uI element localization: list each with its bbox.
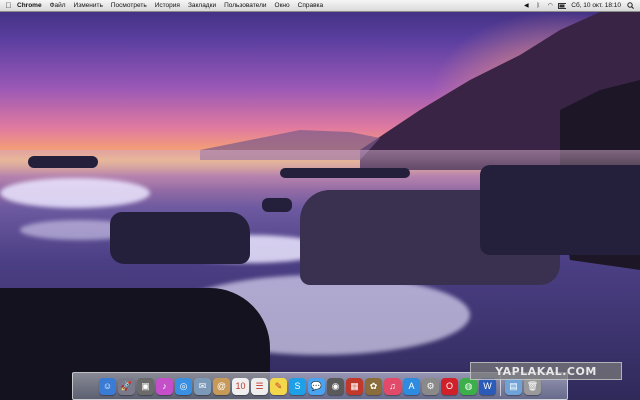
rock: [480, 165, 640, 255]
desktop-wallpaper: [0, 0, 640, 400]
menu-app-name[interactable]: Chrome: [13, 2, 46, 9]
rock: [110, 212, 250, 264]
notes-icon[interactable]: ✎: [270, 377, 287, 395]
finder-icon[interactable]: ☺: [99, 377, 116, 395]
spotlight-icon[interactable]: [626, 2, 634, 9]
app-store-icon[interactable]: A: [403, 377, 420, 395]
menu-bar:  Chrome Файл Изменить Посмотреть Истори…: [0, 0, 640, 12]
trash-icon[interactable]: 🗑: [524, 377, 541, 395]
bluetooth-icon[interactable]: ᛒ: [534, 2, 542, 9]
menu-clock[interactable]: Сб, 10 окт. 18:10: [568, 2, 624, 9]
menu-item-help[interactable]: Справка: [294, 2, 328, 9]
reminders-icon[interactable]: ☰: [251, 377, 268, 395]
system-preferences-icon[interactable]: ⚙: [422, 377, 439, 395]
mail-icon[interactable]: ✉: [194, 377, 211, 395]
rock: [280, 168, 410, 178]
skype-icon[interactable]: S: [289, 377, 306, 395]
watermark-text: YAPLAKAL.COM: [495, 364, 597, 378]
rock: [28, 156, 98, 168]
menu-item-bookmarks[interactable]: Закладки: [184, 2, 220, 9]
chrome-icon[interactable]: ◍: [460, 377, 477, 395]
apple-menu-icon[interactable]: : [4, 1, 13, 10]
menu-item-edit[interactable]: Изменить: [70, 2, 107, 9]
wifi-icon[interactable]: ◠: [546, 2, 554, 9]
safari-icon[interactable]: ◎: [175, 377, 192, 395]
status-area: ◀ ᛒ ◠ Сб, 10 окт. 18:10: [520, 2, 640, 9]
messages-icon[interactable]: 💬: [308, 377, 325, 395]
battery-icon[interactable]: [558, 2, 567, 9]
wave: [0, 178, 150, 208]
rock: [262, 198, 292, 212]
contacts-icon[interactable]: @: [213, 377, 230, 395]
facetime-icon[interactable]: ◉: [327, 377, 344, 395]
itunes-store-icon[interactable]: ♪: [156, 377, 173, 395]
itunes-icon[interactable]: ♫: [384, 377, 401, 395]
opera-icon[interactable]: O: [441, 377, 458, 395]
menu-item-view[interactable]: Посмотреть: [107, 2, 151, 9]
photo-icon[interactable]: ▣: [137, 377, 154, 395]
downloads-folder-icon[interactable]: ▤: [505, 377, 522, 395]
volume-icon[interactable]: ◀: [522, 2, 530, 9]
menu-item-history[interactable]: История: [151, 2, 184, 9]
iphoto-icon[interactable]: ✿: [365, 377, 382, 395]
watermark: YAPLAKAL.COM: [470, 362, 622, 380]
photo-booth-icon[interactable]: ▦: [346, 377, 363, 395]
menu-item-users[interactable]: Пользователи: [220, 2, 270, 9]
calendar-icon[interactable]: 10: [232, 377, 249, 395]
launchpad-icon[interactable]: 🚀: [118, 377, 135, 395]
word-icon[interactable]: W: [479, 377, 496, 395]
menu-item-window[interactable]: Окно: [271, 2, 294, 9]
menu-item-file[interactable]: Файл: [46, 2, 70, 9]
